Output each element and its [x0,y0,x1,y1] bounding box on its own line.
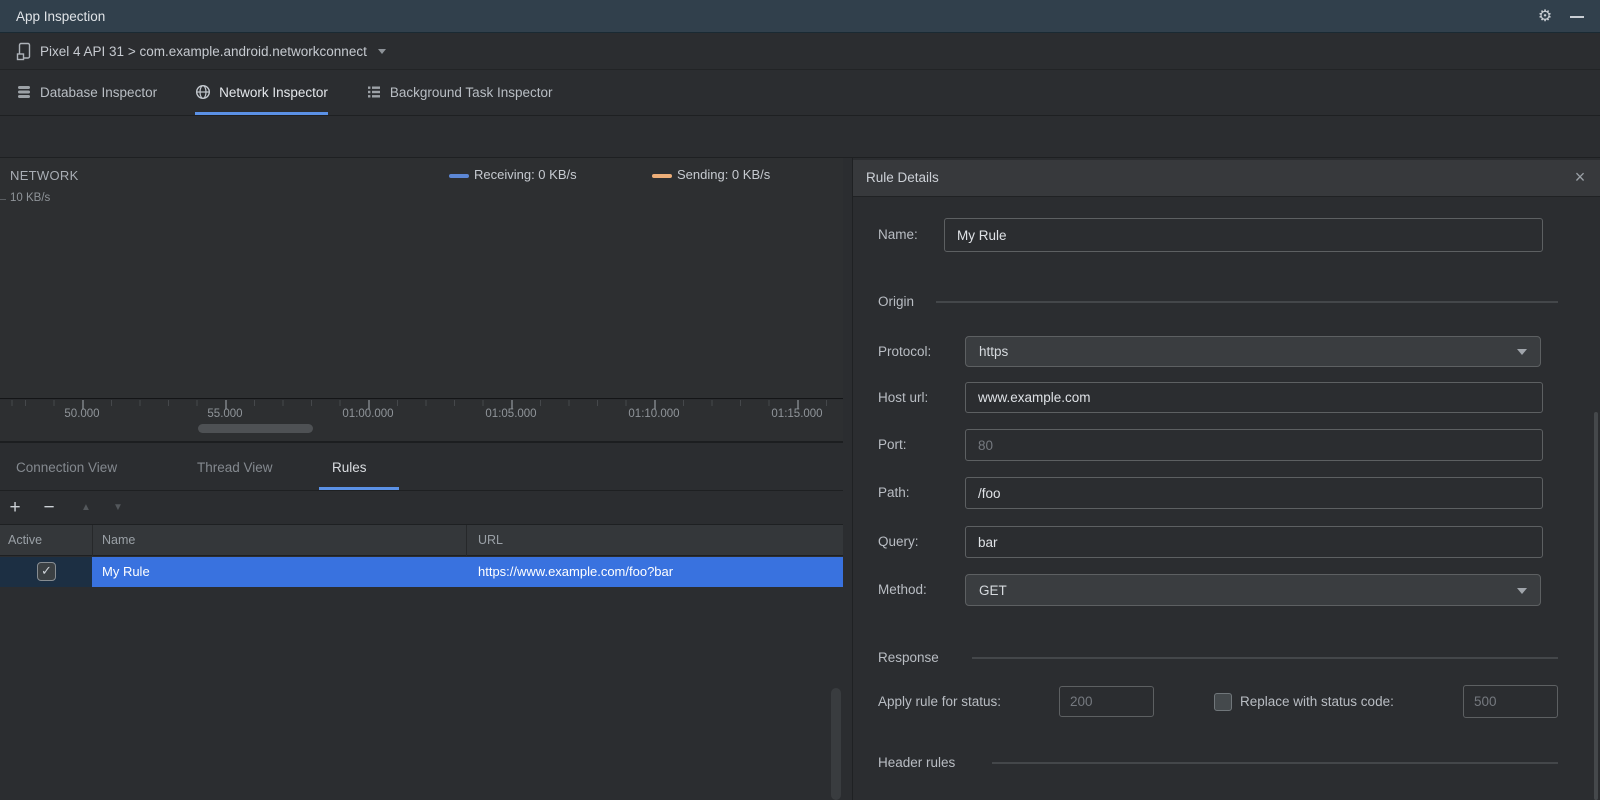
task-list-icon [366,84,382,100]
remove-rule-button[interactable]: − [40,491,58,524]
add-rule-button[interactable]: + [6,491,24,524]
tick-label: 01:15.000 [771,408,823,420]
apply-status-input[interactable] [1059,686,1154,717]
app-package: com.example.android.networkconnect [139,44,367,59]
tick-label: 01:10.000 [628,408,680,420]
host-label: Host url: [878,390,929,405]
sending-legend-swatch [652,174,672,178]
sending-legend-label: Sending: 0 KB/s [677,167,771,182]
port-input[interactable] [965,429,1543,461]
query-input[interactable] [965,526,1543,558]
rule-name-cell[interactable]: My Rule [92,557,466,587]
title-bar: App Inspection ⚙ [0,0,1600,33]
replace-status-checkbox[interactable] [1214,693,1232,711]
timeline-scrollbar-thumb[interactable] [198,424,313,433]
name-input[interactable] [944,218,1543,252]
rule-details-header: Rule Details × [853,160,1600,197]
timeline-axis: 50.000 55.000 01:00.000 01:05.000 01:10.… [0,400,843,443]
timeline-toolbar [0,116,1600,263]
replace-status-label: Replace with status code: [1240,694,1394,709]
minimize-icon[interactable] [1569,0,1585,33]
move-down-button[interactable]: ▼ [109,491,127,524]
tick-label: 01:05.000 [485,408,537,420]
tab-thread-view[interactable]: Thread View [197,445,273,490]
protocol-value: https [979,344,1009,359]
rule-url-cell[interactable]: https://www.example.com/foo?bar [466,557,843,587]
tab-label: Network Inspector [219,84,328,100]
dropdown-arrow-icon [1517,588,1527,594]
host-input[interactable] [965,382,1543,413]
path-label: Path: [878,485,910,500]
device-process-selector[interactable]: Pixel 4 API 31 > com.example.android.net… [10,33,392,70]
device-bar: Pixel 4 API 31 > com.example.android.net… [0,33,1600,70]
column-header-name[interactable]: Name [102,525,135,555]
tab-database-inspector[interactable]: Database Inspector [16,70,157,115]
app-inspection-window: App Inspection ⚙ Pixel 4 API 31 > com.ex… [0,0,1600,800]
tab-background-task-inspector[interactable]: Background Task Inspector [366,70,553,115]
network-chart: NETWORK Receiving: 0 KB/s Sending: 0 KB/… [0,158,843,399]
rules-list-scrollbar-thumb[interactable] [831,688,841,800]
tick-label: 01:00.000 [342,408,394,420]
network-inspector-panel: NETWORK Receiving: 0 KB/s Sending: 0 KB/… [0,158,843,800]
move-up-button[interactable]: ▲ [77,491,95,524]
tick-label: 50.000 [64,408,100,420]
y-axis-tick [0,199,6,200]
device-separator: > [124,44,140,59]
inspector-tab-bar: Database Inspector Network Inspector Bac… [0,70,1600,116]
column-header-url[interactable]: URL [478,525,503,555]
rule-details-scrollbar-thumb[interactable] [1594,412,1598,800]
column-header-active[interactable]: Active [8,525,42,555]
phone-icon [16,42,33,61]
chart-title: NETWORK [10,168,79,183]
name-label: Name: [878,227,918,242]
tab-label: Background Task Inspector [389,84,553,100]
globe-icon [195,84,211,100]
method-label: Method: [878,582,927,597]
method-value: GET [979,583,1007,598]
rule-active-cell: ✓ [0,557,92,587]
rule-details-panel: Rule Details × Name: Origin Protocol: ht… [853,158,1600,800]
header-rules-section-line [992,762,1558,764]
rule-active-checkbox[interactable]: ✓ [37,562,56,581]
gear-icon[interactable]: ⚙ [1535,0,1555,33]
panel-title: Rule Details [866,170,939,185]
header-rules-section-label: Header rules [878,755,956,770]
chevron-down-icon [377,49,386,54]
database-icon [16,84,32,100]
close-icon[interactable]: × [1569,160,1591,196]
tab-rules[interactable]: Rules [332,445,367,490]
response-section-line [972,657,1558,659]
protocol-dropdown[interactable]: https [965,336,1541,367]
path-input[interactable] [965,477,1543,509]
receiving-legend-label: Receiving: 0 KB/s [474,167,577,182]
table-row[interactable]: ✓ My Rule https://www.example.com/foo?ba… [0,557,843,587]
view-tab-bar: Connection View Thread View Rules [0,445,843,490]
replace-status-input[interactable] [1463,685,1558,718]
tab-label: Database Inspector [40,84,158,100]
receiving-legend-swatch [449,174,469,178]
minor-ticks [0,400,843,406]
method-dropdown[interactable]: GET [965,574,1541,606]
y-axis-label: 10 KB/s [10,192,51,204]
tab-network-inspector[interactable]: Network Inspector [195,70,328,115]
apply-status-label: Apply rule for status: [878,694,1002,709]
query-label: Query: [878,534,919,549]
tab-connection-view[interactable]: Connection View [16,445,117,490]
window-title: App Inspection [16,9,106,24]
rules-table-header: Active Name URL [0,525,843,556]
tick-label: 55.000 [207,408,243,420]
device-name: Pixel 4 API 31 [40,44,125,59]
rules-toolbar: + − ▲ ▼ [0,490,843,525]
response-section-label: Response [878,650,939,665]
port-label: Port: [878,437,907,452]
dropdown-arrow-icon [1517,349,1527,355]
origin-section-line [936,301,1558,303]
origin-section-label: Origin [878,294,915,309]
protocol-label: Protocol: [878,344,932,359]
